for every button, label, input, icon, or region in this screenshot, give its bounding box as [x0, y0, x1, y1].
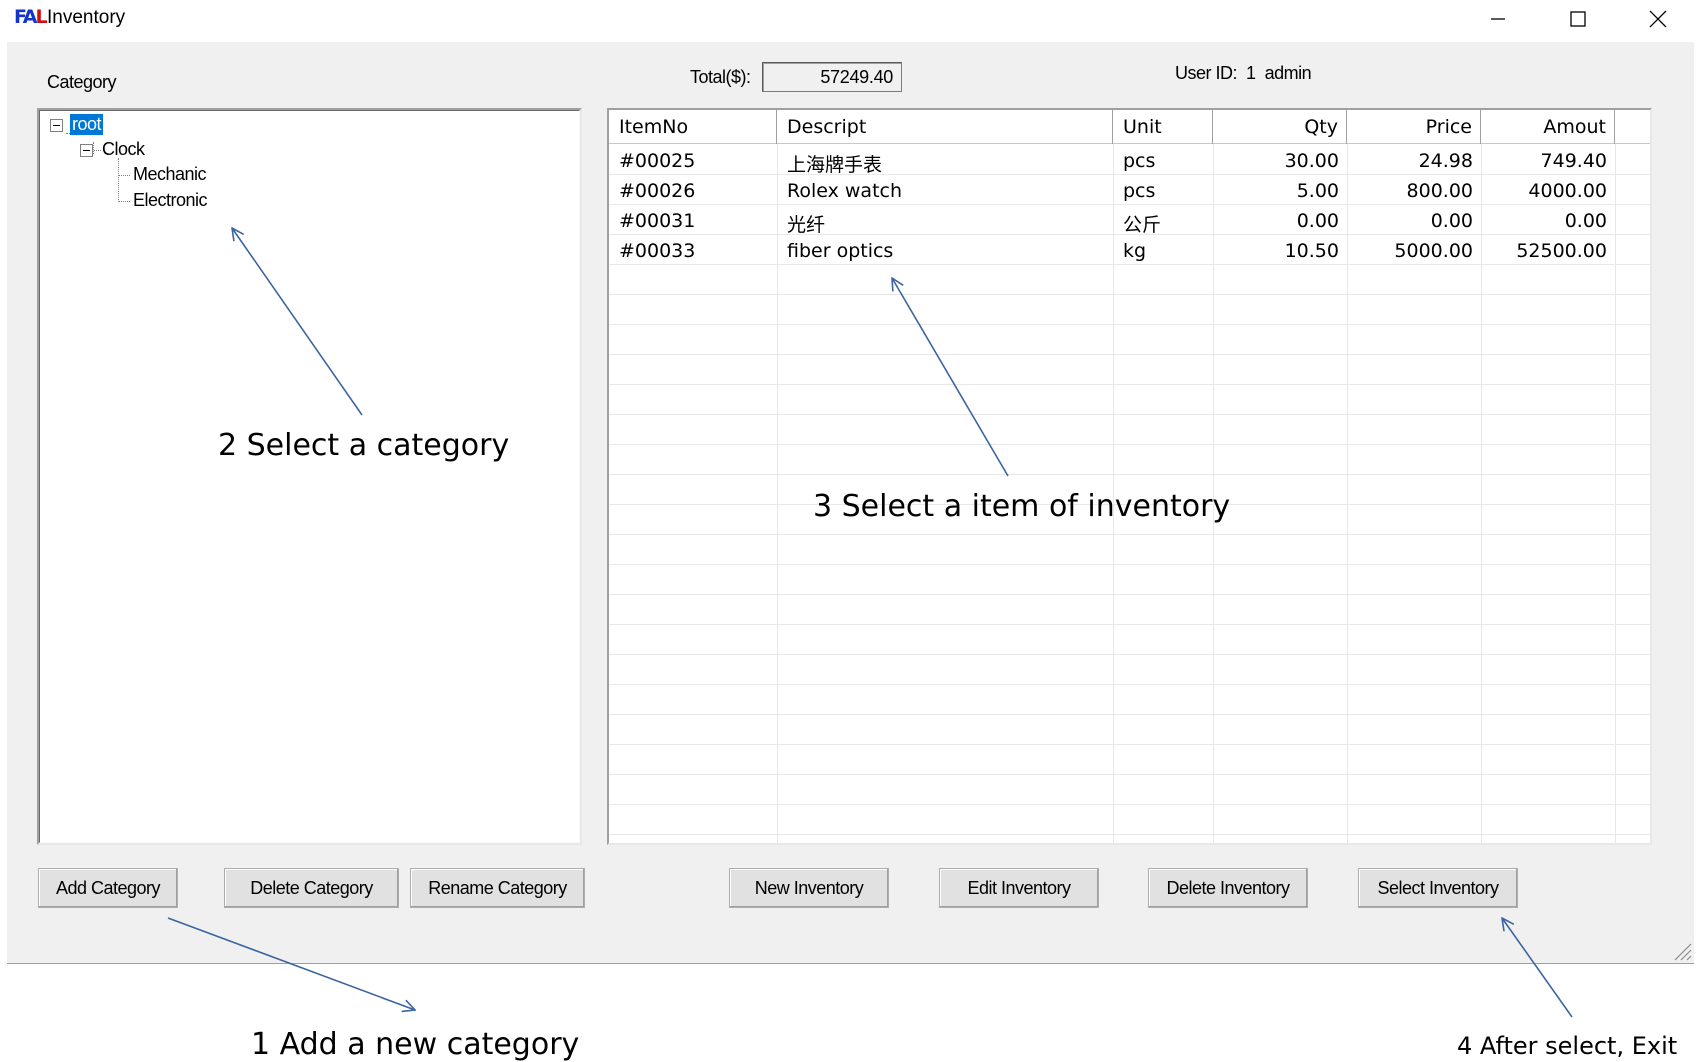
grid-row-line [609, 744, 1650, 745]
row-3-price: 0.00 [1430, 210, 1473, 232]
column-header-descript[interactable]: Descript [777, 110, 1113, 144]
grid-row-line [609, 624, 1650, 625]
annotation-step-3: 3 Select a item of inventory [813, 489, 1231, 524]
row-4-price: 5000.00 [1394, 240, 1473, 262]
row-2-itemno: #00026 [619, 180, 696, 202]
row-1-unit: pcs [1123, 150, 1156, 172]
grid-row-line [609, 714, 1650, 715]
grid-row-line [609, 414, 1650, 415]
grid-row-line [609, 684, 1650, 685]
column-header-itemno[interactable]: ItemNo [609, 110, 777, 144]
window-title: Inventory [47, 7, 126, 28]
resize-grip-icon[interactable] [1672, 941, 1692, 961]
row-1-price: 24.98 [1418, 150, 1473, 172]
column-header-price[interactable]: Price [1347, 110, 1481, 144]
total-value-field: 57249.40 [762, 62, 902, 92]
grid-row-line [609, 804, 1650, 805]
grid-row-line [609, 774, 1650, 775]
row-3-amount: 0.00 [1564, 210, 1607, 232]
close-icon [1649, 10, 1667, 28]
category-label: Category [47, 72, 117, 92]
grid-row-line [609, 534, 1650, 535]
grid-row-line [609, 294, 1650, 295]
close-button[interactable] [1620, 0, 1696, 38]
grid-row-line [609, 204, 1650, 205]
row-4-descript: fiber optics [787, 240, 894, 262]
user-id-label: User ID: 1 admin [1175, 63, 1312, 84]
grid-row-line [609, 324, 1650, 325]
grid-row-line [609, 264, 1650, 265]
row-4-qty: 10.50 [1284, 240, 1339, 262]
grid-row-line [609, 354, 1650, 355]
edit-inventory-button[interactable]: Edit Inventory [939, 868, 1099, 908]
tree-node-clock[interactable]: Clock [102, 139, 145, 160]
row-1-amount: 749.40 [1540, 150, 1607, 172]
row-4-amount: 52500.00 [1516, 240, 1607, 262]
grid-row-line [609, 834, 1650, 835]
title-bar: FAL Inventory [0, 0, 1702, 40]
row-2-amount: 4000.00 [1528, 180, 1607, 202]
grid-row-line [609, 594, 1650, 595]
row-4-unit: kg [1123, 240, 1147, 262]
row-2-price: 800.00 [1406, 180, 1473, 202]
row-3-itemno: #00031 [619, 210, 696, 232]
user-name-value: admin [1264, 63, 1312, 83]
row-1-descript: 上海牌手表 [787, 154, 883, 176]
annotation-step-2: 2 Select a category [218, 428, 510, 463]
grid-row-line [609, 474, 1650, 475]
minimize-icon [1491, 18, 1505, 20]
tree-node-electronic[interactable]: Electronic [133, 190, 208, 211]
column-header-amount[interactable]: Amout [1481, 110, 1615, 144]
new-inventory-button[interactable]: New Inventory [729, 868, 889, 908]
delete-category-button[interactable]: Delete Category [224, 868, 399, 908]
user-id-value: 1 [1246, 63, 1256, 83]
add-category-button[interactable]: Add Category [38, 868, 178, 908]
grid-row-line [609, 384, 1650, 385]
grid-row-line [609, 564, 1650, 565]
annotation-step-1: 1 Add a new category [251, 1027, 580, 1062]
row-2-descript: Rolex watch [787, 180, 903, 202]
total-label: Total($): [690, 67, 751, 87]
minimize-button[interactable] [1460, 0, 1536, 38]
maximize-button[interactable] [1540, 0, 1616, 38]
app-logo-icon: FAL [14, 6, 48, 28]
row-1-qty: 30.00 [1284, 150, 1339, 172]
row-3-qty: 0.00 [1296, 210, 1339, 232]
user-id-caption: User ID: [1175, 63, 1238, 83]
grid-row-line [609, 174, 1650, 175]
grid-row-line [609, 444, 1650, 445]
inventory-list[interactable]: ItemNo Descript Unit Qty Price Amout #00… [607, 108, 1652, 845]
select-inventory-button[interactable]: Select Inventory [1358, 868, 1518, 908]
row-2-unit: pcs [1123, 180, 1156, 202]
tree-node-root[interactable]: root [70, 114, 104, 135]
row-4-itemno: #00033 [619, 240, 696, 262]
tree-collapse-clock-icon[interactable] [80, 144, 93, 157]
delete-inventory-button[interactable]: Delete Inventory [1148, 868, 1308, 908]
column-header-qty[interactable]: Qty [1213, 110, 1347, 144]
tree-node-mechanic[interactable]: Mechanic [133, 164, 207, 185]
category-tree[interactable]: root Clock Mechanic Electronic [37, 108, 582, 845]
maximize-icon [1570, 11, 1586, 27]
row-3-descript: 光纤 [787, 214, 826, 236]
tree-collapse-root-icon[interactable] [50, 119, 63, 132]
row-3-unit: 公斤 [1123, 214, 1162, 236]
inventory-list-header: ItemNo Descript Unit Qty Price Amout [609, 110, 1650, 144]
row-2-qty: 5.00 [1296, 180, 1339, 202]
row-1-itemno: #00025 [619, 150, 696, 172]
column-header-unit[interactable]: Unit [1113, 110, 1213, 144]
annotation-step-4: 4 After select, Exit [1457, 1032, 1678, 1060]
grid-row-line [609, 654, 1650, 655]
rename-category-button[interactable]: Rename Category [410, 868, 585, 908]
